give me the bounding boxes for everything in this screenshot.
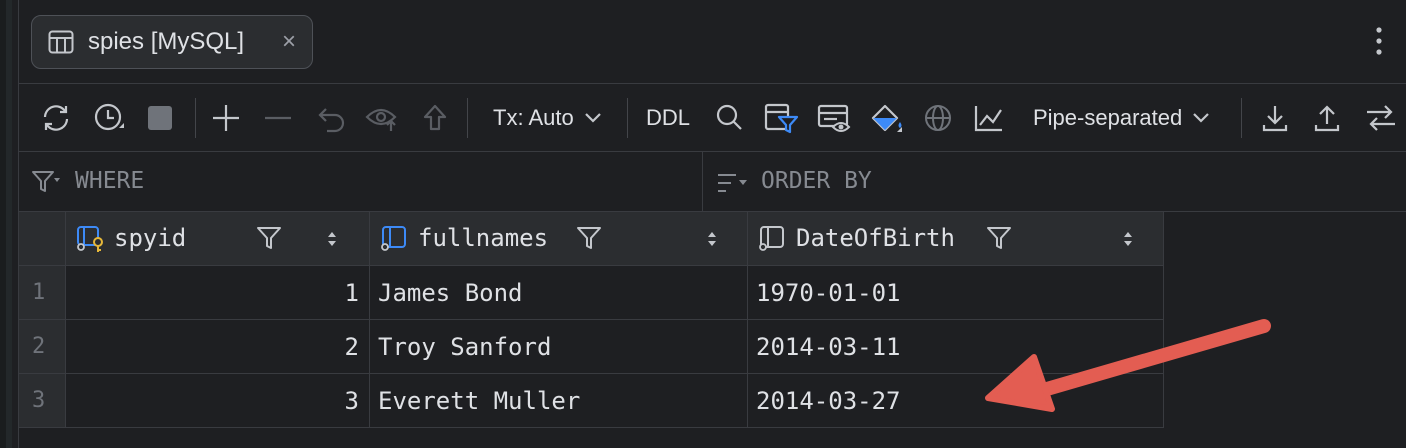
stop-icon[interactable] <box>147 102 173 134</box>
tx-dropdown-chevron-icon <box>584 113 601 123</box>
order-by-filter[interactable]: ORDER BY <box>703 152 1406 211</box>
cell-value: James Bond <box>378 279 523 307</box>
cell-value: Troy Sanford <box>378 333 552 361</box>
filter-view-icon[interactable] <box>764 102 800 134</box>
order-by-label: ORDER BY <box>761 168 872 194</box>
column-filter-icon[interactable] <box>256 226 282 257</box>
tab-bar: spies [MySQL] × <box>19 0 1406 84</box>
tab-close-icon[interactable]: × <box>282 28 296 56</box>
more-options-icon[interactable] <box>1375 26 1383 61</box>
toolbar-separator <box>195 98 196 138</box>
column-name: spyid <box>114 224 187 252</box>
row-number-label: 2 <box>32 334 46 359</box>
toolbar-separator <box>467 98 468 138</box>
where-filter[interactable]: WHERE <box>19 152 703 211</box>
column-filter-icon[interactable] <box>576 226 602 257</box>
cell-value: 2 <box>344 333 359 361</box>
filter-icon <box>31 170 61 199</box>
cell-value: 3 <box>344 387 359 415</box>
column-icon <box>380 225 410 258</box>
data-view-icon[interactable] <box>817 102 853 134</box>
cell-value: 2014-03-11 <box>756 333 901 361</box>
table-cell-spyid[interactable]: 3 <box>66 374 370 428</box>
sort-icon <box>717 172 749 199</box>
data-editor-window: spies [MySQL] × Tx: Auto DDL Pipe-separa… <box>18 0 1406 448</box>
row-number-label: 1 <box>32 280 46 305</box>
sort-toggle-icon[interactable] <box>326 230 338 253</box>
column-header-spyid[interactable]: spyid <box>66 212 370 266</box>
row-number-label: 3 <box>32 388 46 413</box>
ddl-button[interactable]: DDL <box>646 102 690 134</box>
primary-key-column-icon <box>76 225 108 258</box>
table-cell-fullnames[interactable]: Troy Sanford <box>370 320 748 374</box>
upload-icon[interactable] <box>1313 102 1341 134</box>
table-icon <box>48 30 74 59</box>
table-cell-dateofbirth[interactable]: 2014-03-11 <box>748 320 1164 374</box>
left-edge-panel <box>0 0 12 448</box>
cell-value: 1 <box>344 279 359 307</box>
table-cell-dateofbirth[interactable]: 1970-01-01 <box>748 266 1164 320</box>
globe-icon[interactable] <box>923 102 953 134</box>
sort-toggle-icon[interactable] <box>706 230 718 253</box>
submit-icon[interactable] <box>421 102 449 134</box>
toolbar-separator <box>1241 98 1242 138</box>
where-label: WHERE <box>75 168 145 194</box>
filter-bar: WHERE ORDER BY <box>19 152 1406 212</box>
toolbar-separator <box>627 98 628 138</box>
chart-icon[interactable] <box>973 102 1005 134</box>
download-icon[interactable] <box>1261 102 1289 134</box>
refresh-icon[interactable] <box>39 102 73 134</box>
column-name: DateOfBirth <box>796 224 955 252</box>
cell-value: Everett Muller <box>378 387 581 415</box>
history-icon[interactable] <box>93 102 127 134</box>
search-icon[interactable] <box>715 102 743 134</box>
column-name: fullnames <box>418 224 549 252</box>
column-icon <box>758 225 788 258</box>
data-toolbar: Tx: Auto DDL Pipe-separated <box>19 84 1406 152</box>
column-header-fullnames[interactable]: fullnames <box>370 212 748 266</box>
row-number[interactable]: 2 <box>19 320 66 374</box>
preview-pending-icon[interactable] <box>365 102 401 134</box>
table-cell-fullnames[interactable]: Everett Muller <box>370 374 748 428</box>
tx-mode-label: Tx: Auto <box>493 105 574 130</box>
export-format-label: Pipe-separated <box>1033 105 1183 130</box>
table-cell-spyid[interactable]: 2 <box>66 320 370 374</box>
cell-value: 2014-03-27 <box>756 387 901 415</box>
tx-mode-dropdown[interactable]: Tx: Auto <box>493 102 602 134</box>
add-row-icon[interactable] <box>211 102 241 134</box>
compare-icon[interactable] <box>1363 102 1399 134</box>
ddl-label: DDL <box>646 105 691 130</box>
row-number-header <box>19 212 66 266</box>
format-chevron-icon <box>1193 113 1209 123</box>
paint-icon[interactable] <box>869 102 905 134</box>
column-header-dateofbirth[interactable]: DateOfBirth <box>748 212 1164 266</box>
left-edge-strip <box>0 0 6 448</box>
table-cell-fullnames[interactable]: James Bond <box>370 266 748 320</box>
row-number[interactable]: 1 <box>19 266 66 320</box>
delete-row-icon[interactable] <box>263 102 293 134</box>
tab-spies[interactable]: spies [MySQL] × <box>31 15 313 69</box>
sort-toggle-icon[interactable] <box>1122 230 1134 253</box>
revert-icon[interactable] <box>315 102 347 134</box>
table-cell-spyid[interactable]: 1 <box>66 266 370 320</box>
tab-title: spies [MySQL] <box>88 28 245 55</box>
row-number[interactable]: 3 <box>19 374 66 428</box>
export-format-dropdown[interactable]: Pipe-separated <box>1033 102 1210 134</box>
table-cell-dateofbirth[interactable]: 2014-03-27 <box>748 374 1164 428</box>
cell-value: 1970-01-01 <box>756 279 901 307</box>
column-filter-icon[interactable] <box>986 226 1012 257</box>
